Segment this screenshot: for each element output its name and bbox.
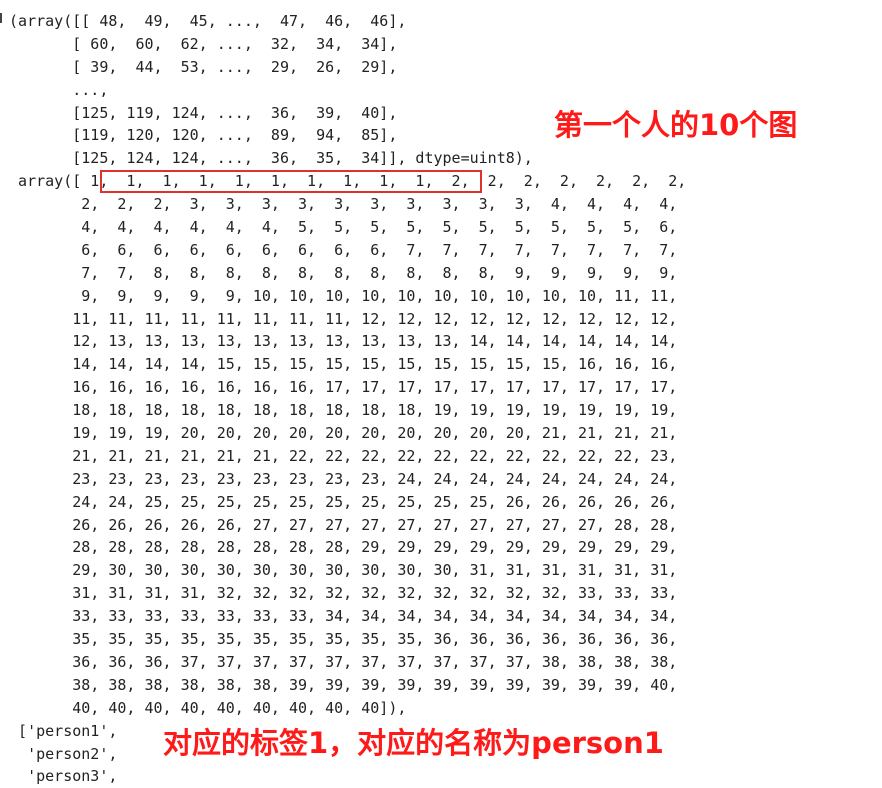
output-line: 29, 30, 30, 30, 30, 30, 30, 30, 30, 30, … — [0, 561, 678, 580]
output-line: [ 39, 44, 53, ..., 29, 26, 29], — [0, 57, 398, 76]
output-line: 38, 38, 38, 38, 38, 38, 39, 39, 39, 39, … — [0, 675, 678, 694]
output-line: 12, 13, 13, 13, 13, 13, 13, 13, 13, 13, … — [0, 332, 678, 351]
output-line: 33, 33, 33, 33, 33, 33, 33, 34, 34, 34, … — [0, 607, 678, 626]
output-line: ..., — [0, 80, 109, 99]
output-line: 24, 24, 25, 25, 25, 25, 25, 25, 25, 25, … — [0, 492, 678, 511]
output-line: 4, 4, 4, 4, 4, 4, 5, 5, 5, 5, 5, 5, 5, 5… — [0, 218, 678, 237]
output-line: 'person3', — [0, 767, 118, 786]
output-line: 9, 9, 9, 9, 9, 10, 10, 10, 10, 10, 10, 1… — [0, 286, 678, 305]
annotation-label-and-name: 对应的标签1，对应的名称为person1 — [163, 726, 664, 760]
output-line: 14, 14, 14, 14, 15, 15, 15, 15, 15, 15, … — [0, 355, 678, 374]
output-line: 2, 2, 2, 3, 3, 3, 3, 3, 3, 3, 3, 3, 3, 4… — [0, 195, 678, 214]
output-line: 21, 21, 21, 21, 21, 21, 22, 22, 22, 22, … — [0, 446, 678, 465]
label-highlight-box — [100, 170, 482, 193]
output-line: (array([[ 48, 49, 45, ..., 47, 46, 46], — [0, 12, 407, 30]
output-line: 7, 7, 8, 8, 8, 8, 8, 8, 8, 8, 8, 8, 9, 9… — [0, 263, 678, 282]
output-line: 35, 35, 35, 35, 35, 35, 35, 35, 35, 35, … — [0, 630, 678, 649]
output-line: 40, 40, 40, 40, 40, 40, 40, 40, 40]), — [0, 698, 407, 717]
output-line: 23, 23, 23, 23, 23, 23, 23, 23, 23, 24, … — [0, 469, 678, 488]
annotation-first-person-images: 第一个人的10个图 — [554, 108, 798, 142]
output-line: 6, 6, 6, 6, 6, 6, 6, 6, 6, 7, 7, 7, 7, 7… — [0, 240, 678, 259]
output-line: [ 60, 60, 62, ..., 32, 34, 34], — [0, 34, 398, 53]
output-line: [125, 124, 124, ..., 36, 35, 34]], dtype… — [0, 149, 533, 168]
output-line: 11, 11, 11, 11, 11, 11, 11, 11, 12, 12, … — [0, 309, 678, 328]
output-line: 26, 26, 26, 26, 26, 27, 27, 27, 27, 27, … — [0, 515, 678, 534]
output-line: 16, 16, 16, 16, 16, 16, 16, 17, 17, 17, … — [0, 378, 678, 397]
output-line: 18, 18, 18, 18, 18, 18, 18, 18, 18, 18, … — [0, 401, 678, 420]
output-line: 19, 19, 19, 20, 20, 20, 20, 20, 20, 20, … — [0, 424, 678, 443]
output-line: 36, 36, 36, 37, 37, 37, 37, 37, 37, 37, … — [0, 652, 678, 671]
output-line: 31, 31, 31, 31, 32, 32, 32, 32, 32, 32, … — [0, 584, 678, 603]
output-line: 28, 28, 28, 28, 28, 28, 28, 28, 29, 29, … — [0, 538, 678, 557]
